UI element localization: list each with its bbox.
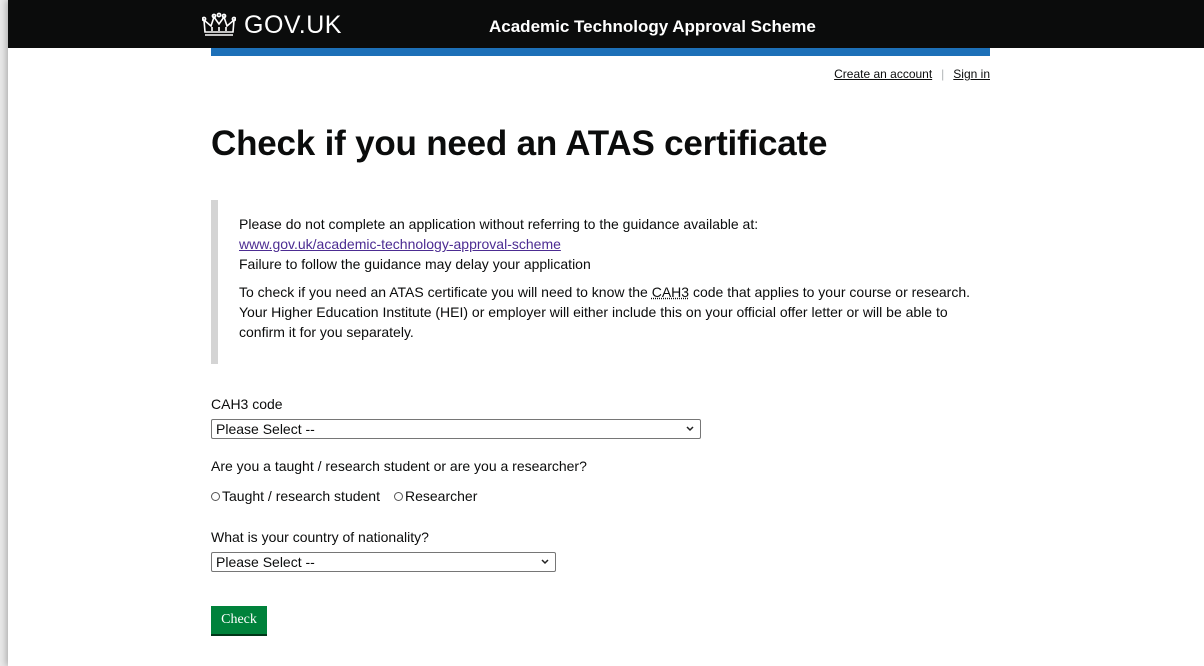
nationality-label: What is your country of nationality? [211,529,429,545]
header-blue-bar [211,48,990,56]
sign-in-link[interactable]: Sign in [953,67,990,81]
chevron-down-icon [541,559,549,565]
link-separator: | [941,67,945,81]
radio-taught-student-label: Taught / research student [222,488,380,504]
radio-researcher[interactable]: Researcher [394,488,477,504]
create-account-link[interactable]: Create an account [834,67,932,81]
guidance-link[interactable]: www.gov.uk/academic-technology-approval-… [239,236,561,252]
cah3-info-before: To check if you need an ATAS certificate… [239,284,652,300]
logo-text: GOV.UK [244,10,342,39]
guidance-inset: Please do not complete an application wi… [211,200,980,364]
guidance-paragraph: Please do not complete an application wi… [239,214,979,274]
cah3-select[interactable]: Please Select -- [211,419,701,439]
radio-taught-student[interactable]: Taught / research student [211,488,380,504]
radio-researcher-label: Researcher [405,488,478,504]
nationality-select-value: Please Select -- [216,554,315,570]
cah3-select-value: Please Select -- [216,421,315,437]
radio-circle-icon[interactable] [394,491,403,501]
chevron-down-icon [686,426,694,432]
guidance-line-1: Please do not complete an application wi… [239,216,759,232]
account-links: Create an account | Sign in [834,67,990,81]
radio-circle-icon[interactable] [211,491,220,501]
govuk-logo[interactable]: GOV.UK [202,10,342,40]
check-button[interactable]: Check [211,606,267,636]
header: GOV.UK Academic Technology Approval Sche… [8,0,1204,48]
crown-icon [202,12,236,36]
cah3-label: CAH3 code [211,396,283,412]
student-type-question: Are you a taught / research student or a… [211,458,587,474]
nationality-select[interactable]: Please Select -- [211,552,556,572]
cah3-abbr: CAH3 [651,284,690,300]
guidance-line-2: Failure to follow the guidance may delay… [239,256,591,272]
page-title: Check if you need an ATAS certificate [211,124,828,163]
cah3-info-paragraph: To check if you need an ATAS certificate… [239,282,979,342]
inset-text: Please do not complete an application wi… [239,214,979,342]
service-name[interactable]: Academic Technology Approval Scheme [489,17,816,37]
browser-page: GOV.UK Academic Technology Approval Sche… [8,0,1204,666]
student-type-radios: Taught / research student Researcher [211,488,491,504]
